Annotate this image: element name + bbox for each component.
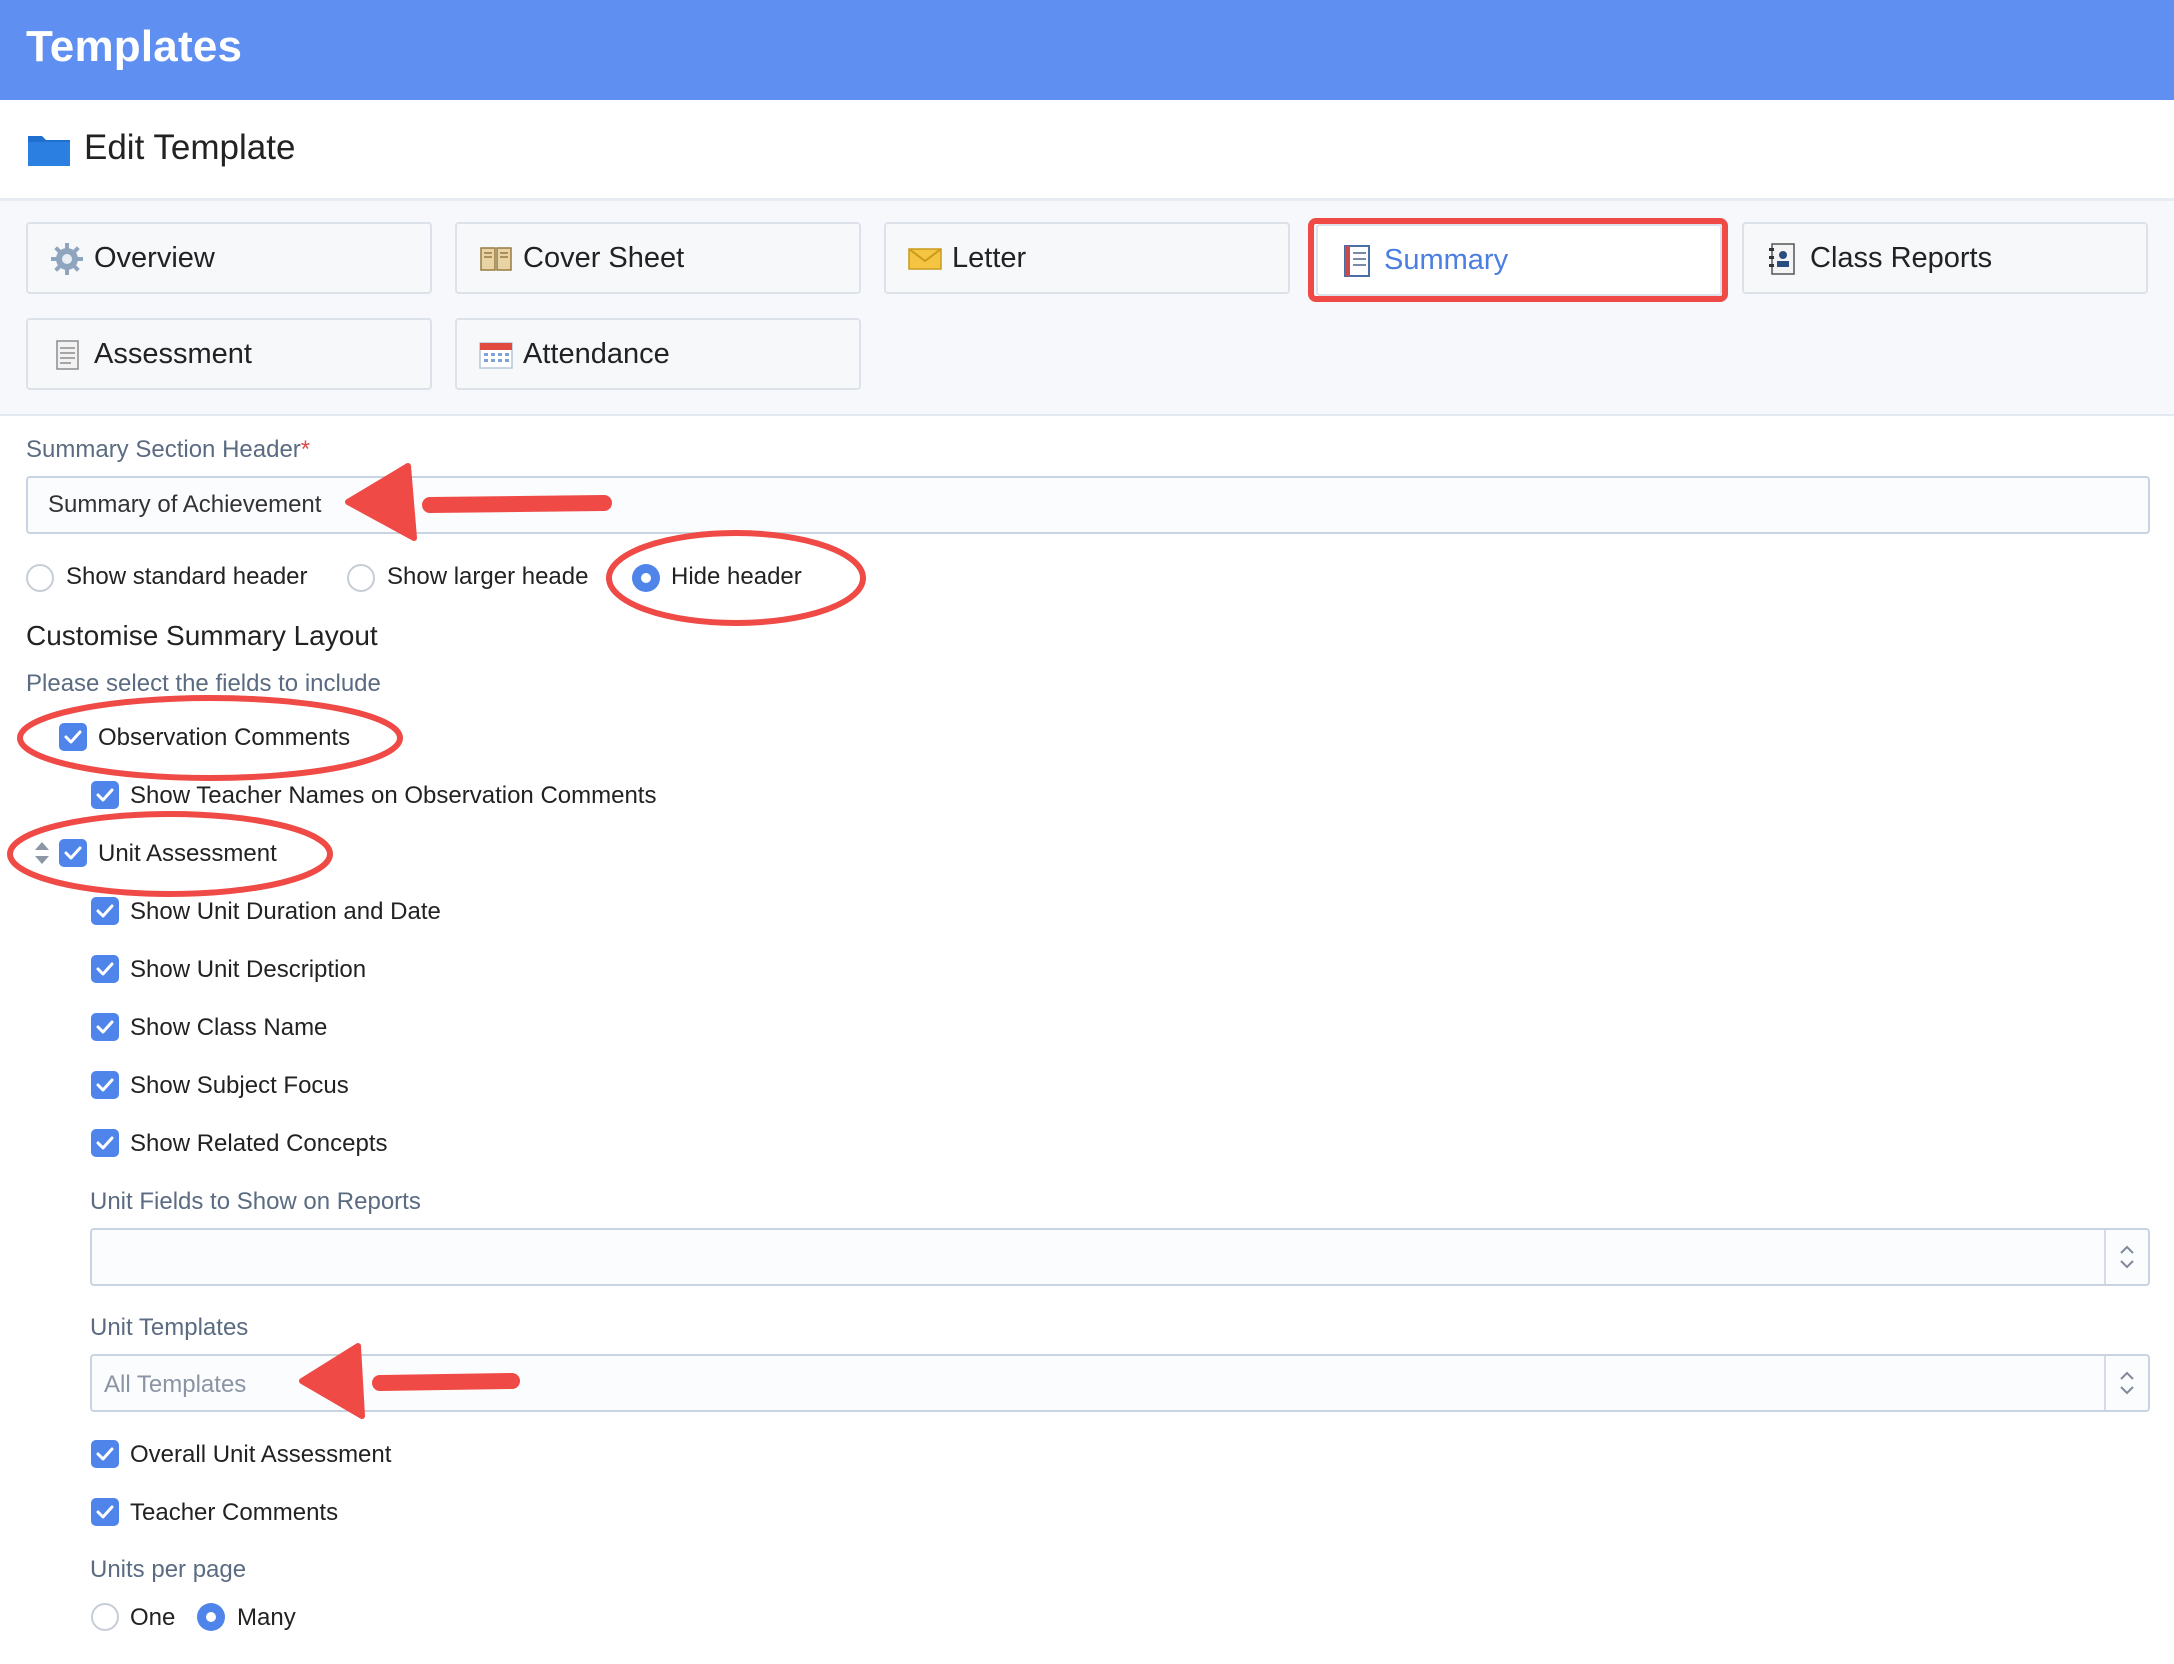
checkbox-label: Show Class Name	[130, 1014, 328, 1041]
radio-label: Hide header	[671, 563, 802, 590]
required-mark: *	[300, 436, 311, 463]
notebook-icon	[1769, 243, 1795, 275]
radio-one[interactable]	[91, 1603, 119, 1631]
radio-label: Show larger heade	[387, 563, 589, 590]
radio-show-standard-header[interactable]	[26, 564, 54, 592]
checkbox-label: Show Unit Description	[130, 956, 367, 983]
folder-icon	[28, 136, 70, 166]
units-per-page-label: Units per page	[90, 1556, 247, 1583]
checkmark-icon	[96, 904, 114, 918]
tab-summary[interactable]: Summary	[1316, 224, 1722, 296]
tab-attendance[interactable]: Attendance	[455, 318, 861, 390]
checkbox-label: Show Related Concepts	[130, 1130, 388, 1157]
tab-letter[interactable]: Letter	[884, 222, 1290, 294]
checkbox-unit-assessment[interactable]	[59, 839, 87, 867]
book-icon	[480, 247, 512, 271]
radio-hide-header[interactable]	[632, 564, 660, 592]
checkmark-icon	[96, 1505, 114, 1519]
radio-label: One	[130, 1604, 176, 1631]
tab-label: Assessment	[94, 338, 252, 370]
app-title: Templates	[26, 22, 243, 71]
notes-icon	[56, 340, 79, 370]
page-title: Edit Template	[84, 128, 296, 167]
checkbox-label: Unit Assessment	[98, 840, 277, 867]
checkmark-icon	[96, 1447, 114, 1461]
checkbox-label: Show Subject Focus	[130, 1072, 349, 1099]
summary-header-label-text: Summary Section Header	[26, 436, 301, 463]
tab-overview[interactable]: Overview	[26, 222, 432, 294]
envelope-icon	[908, 248, 942, 270]
checkbox-teacher-comments[interactable]	[91, 1498, 119, 1526]
checkbox-label: Show Unit Duration and Date	[130, 898, 441, 925]
select-spinner[interactable]	[2104, 1230, 2148, 1284]
checkbox-label: Show Teacher Names on Observation Commen…	[130, 782, 657, 809]
chevron-up-down-icon	[2120, 1245, 2134, 1269]
summary-header-input[interactable]	[26, 476, 2150, 534]
gear-icon	[51, 243, 83, 275]
radio-show-larger-header[interactable]	[347, 564, 375, 592]
customise-layout-title: Customise Summary Layout	[26, 620, 378, 651]
tab-cover-sheet[interactable]: Cover Sheet	[455, 222, 861, 294]
tab-label: Overview	[94, 242, 215, 274]
checkbox-show-unit-description[interactable]	[91, 955, 119, 983]
tab-label: Class Reports	[1810, 242, 1993, 274]
tab-assessment[interactable]: Assessment	[26, 318, 432, 390]
checkbox-overall-unit-assessment[interactable]	[91, 1440, 119, 1468]
unit-templates-value: All Templates	[104, 1371, 247, 1398]
checkmark-icon	[64, 846, 82, 860]
radio-many[interactable]	[197, 1603, 225, 1631]
unit-fields-select[interactable]	[90, 1228, 2150, 1286]
checkmark-icon	[96, 1020, 114, 1034]
document-icon	[1344, 245, 1370, 277]
checkbox-show-unit-duration[interactable]	[91, 897, 119, 925]
unit-fields-label: Unit Fields to Show on Reports	[90, 1188, 421, 1215]
checkbox-show-teacher-names[interactable]	[91, 781, 119, 809]
checkbox-show-related-concepts[interactable]	[91, 1129, 119, 1157]
checkbox-label: Overall Unit Assessment	[130, 1441, 392, 1468]
checkbox-show-class-name[interactable]	[91, 1013, 119, 1041]
chevron-up-down-icon	[2120, 1371, 2134, 1395]
unit-templates-select[interactable]: All Templates	[90, 1354, 2150, 1412]
calendar-icon	[479, 342, 513, 369]
fields-hint: Please select the fields to include	[26, 670, 381, 697]
app-header: Templates	[0, 0, 2174, 100]
drag-handle-icon[interactable]	[32, 840, 52, 866]
checkbox-observation-comments[interactable]	[59, 723, 87, 751]
tab-class-reports[interactable]: Class Reports	[1742, 222, 2148, 294]
tab-label: Cover Sheet	[523, 242, 685, 274]
checkbox-show-subject-focus[interactable]	[91, 1071, 119, 1099]
checkbox-label: Teacher Comments	[130, 1499, 339, 1526]
checkmark-icon	[96, 962, 114, 976]
tab-label: Letter	[952, 242, 1027, 274]
checkmark-icon	[64, 730, 82, 744]
checkmark-icon	[96, 1136, 114, 1150]
radio-label: Show standard header	[66, 563, 308, 590]
checkmark-icon	[96, 788, 114, 802]
checkmark-icon	[96, 1078, 114, 1092]
tab-label: Summary	[1384, 244, 1509, 276]
summary-header-label: Summary Section Header*	[26, 436, 310, 464]
checkbox-label: Observation Comments	[98, 724, 351, 751]
unit-templates-label: Unit Templates	[90, 1314, 249, 1341]
page-header	[0, 100, 2174, 201]
tab-label: Attendance	[523, 338, 670, 370]
radio-label: Many	[237, 1604, 296, 1631]
select-spinner[interactable]	[2104, 1356, 2148, 1410]
